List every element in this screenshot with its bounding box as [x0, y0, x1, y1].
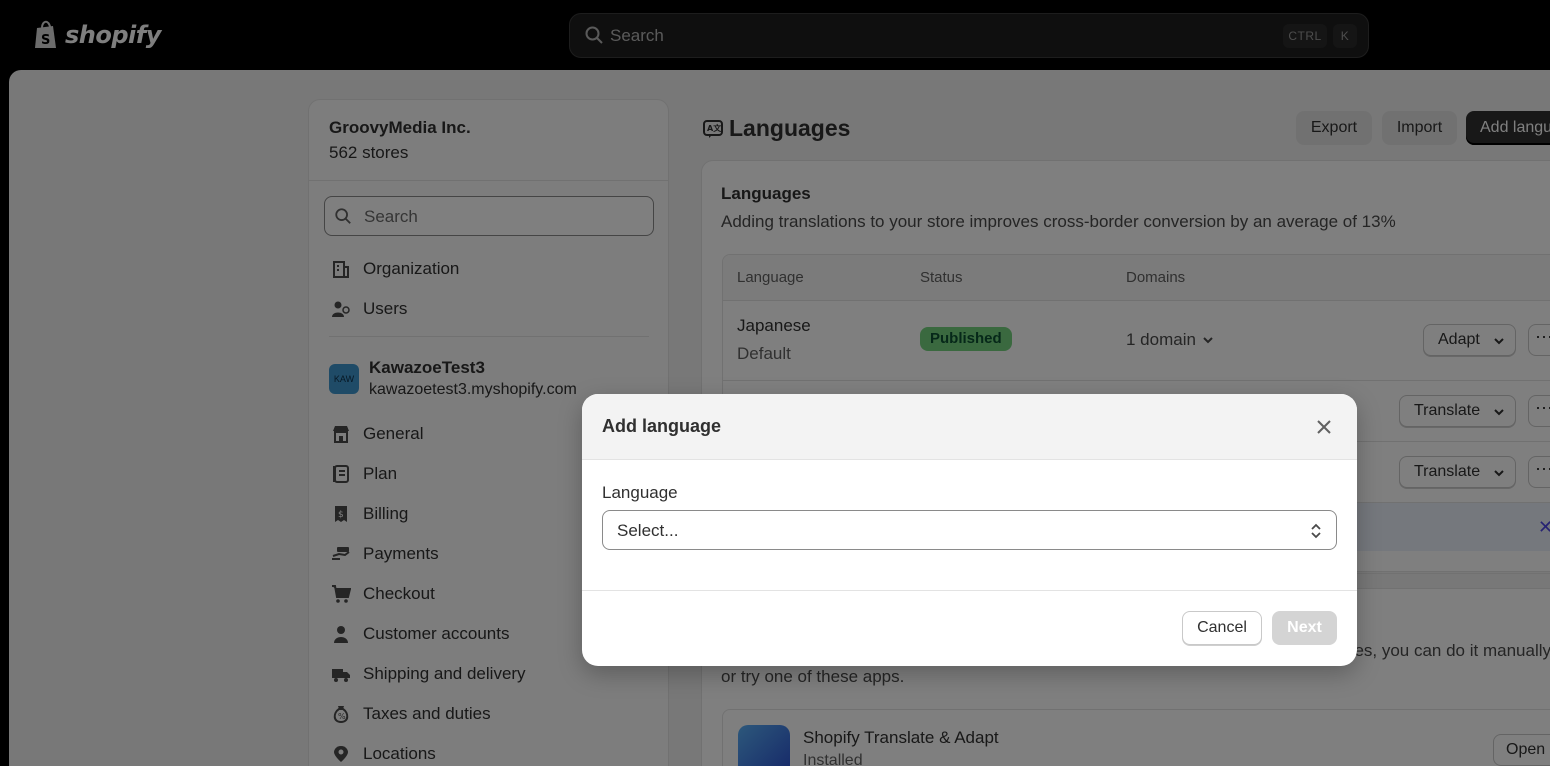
close-icon[interactable] [1311, 414, 1337, 440]
select-value: Select... [617, 521, 679, 540]
add-language-modal: Add language Language Select... Cancel N… [582, 394, 1357, 666]
cancel-button[interactable]: Cancel [1182, 611, 1262, 645]
language-field-label: Language [602, 483, 678, 502]
language-select[interactable]: Select... [602, 510, 1337, 550]
select-chevrons-icon [1311, 523, 1321, 539]
modal-title: Add language [602, 416, 722, 436]
next-button[interactable]: Next [1272, 611, 1337, 645]
modal-header: Add language [582, 394, 1357, 460]
divider [582, 590, 1357, 591]
